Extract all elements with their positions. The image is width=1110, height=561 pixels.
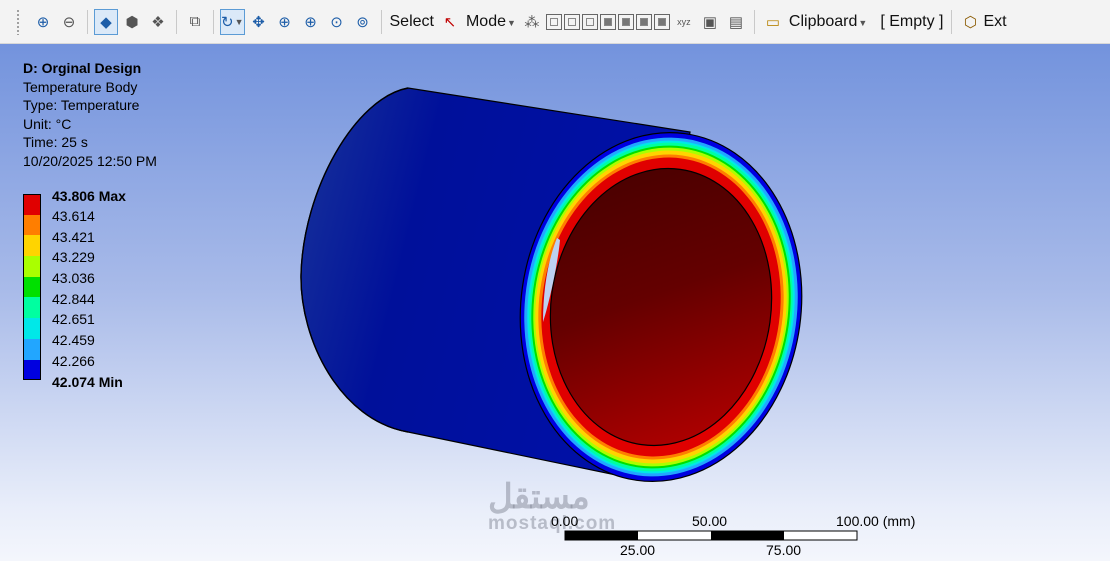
scale-bar <box>564 530 858 541</box>
select-mesh-icon[interactable] <box>653 13 670 30</box>
clipboard-empty-status: [ Empty ] <box>880 12 944 30</box>
zoom-to-fit-icon[interactable]: ⊙ <box>325 9 349 35</box>
edge-view-icon[interactable]: ❖ <box>146 9 170 35</box>
annotation-icon[interactable]: ▤ <box>724 9 748 35</box>
scale-label-25: 25.00 <box>620 542 656 558</box>
scale-label-0: 0.00 <box>551 513 579 529</box>
zoom-out-icon[interactable]: ⊖ <box>57 9 81 35</box>
select-face-icon[interactable] <box>563 13 580 30</box>
clipboard-icon[interactable]: ▭ <box>761 9 785 35</box>
scale-label-100: 100.00 (mm) <box>836 513 916 529</box>
select-element-icon[interactable] <box>635 13 652 30</box>
pan-icon[interactable]: ✥ <box>247 9 271 35</box>
extend-icon[interactable]: ⬡ <box>958 9 982 35</box>
select-vertex-icon[interactable]: ⁂ <box>520 9 544 35</box>
select-mode-cursor-icon[interactable]: ↖ <box>438 9 462 35</box>
graphics-viewport[interactable]: D: Orginal Design Temperature Body Type:… <box>0 44 1110 561</box>
body-select-icon[interactable]: ◆ <box>94 8 118 35</box>
select-edge-icon[interactable] <box>545 13 562 30</box>
coordinate-icon[interactable]: xyz <box>672 9 696 35</box>
select-label[interactable]: Select <box>390 13 434 31</box>
toolbar-separator <box>380 9 382 34</box>
mode-dropdown[interactable]: Mode▼ <box>466 13 516 31</box>
toolbar-separator <box>176 9 177 34</box>
zoom-icon[interactable]: ⊕ <box>273 9 297 35</box>
toolbar-separator <box>753 9 755 34</box>
select-element-face-icon[interactable] <box>617 13 634 30</box>
clipboard-dropdown[interactable]: Clipboard▼ <box>789 13 867 31</box>
scale-label-75: 75.00 <box>766 542 802 558</box>
label-icon[interactable]: ▣ <box>698 9 722 35</box>
magnifier-icon[interactable]: ⊚ <box>351 9 375 35</box>
box-select-icon[interactable]: ⧉ <box>183 9 207 35</box>
select-node-icon[interactable] <box>599 13 616 30</box>
toolbar-grip[interactable] <box>16 8 20 35</box>
scale-label-50: 50.00 <box>692 513 728 529</box>
zoom-in-icon[interactable]: ⊕ <box>31 9 55 35</box>
graphics-toolbar: ⊕ ⊖ ◆ ⬢ ❖ ⧉ ↻ ▼ ✥ ⊕ ⊕ ⊙ ⊚ Select ↖ Mode▼ … <box>0 0 1110 44</box>
select-body-icon[interactable] <box>581 13 598 30</box>
toolbar-separator <box>87 9 88 34</box>
extend-label[interactable]: Ext <box>983 13 1006 31</box>
mode-label: Mode <box>465 12 506 30</box>
zoom-box-icon[interactable]: ⊕ <box>299 9 323 35</box>
toolbar-separator <box>213 9 214 34</box>
clipboard-label: Clipboard <box>788 12 858 30</box>
rotate-icon[interactable]: ↻ ▼ <box>220 8 245 35</box>
toolbar-separator <box>951 9 953 34</box>
solid-view-icon[interactable]: ⬢ <box>120 9 144 35</box>
